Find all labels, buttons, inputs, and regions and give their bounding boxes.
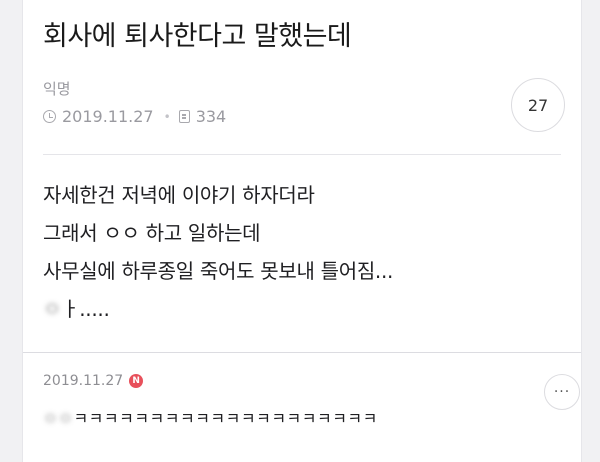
body-line: ㅇㅏ..... (43, 290, 563, 328)
post-meta: 2019.11.27 • 334 (43, 107, 226, 126)
blurred-text: ㅇ (43, 297, 62, 321)
post-body: 자세한건 저녁에 이야기 하자더라 그래서 ㅇㅇ 하고 일하는데 사무실에 하루… (43, 176, 563, 328)
post-author: 익명 (43, 80, 71, 98)
comment-meta: 2019.11.27 N (43, 373, 144, 389)
new-badge-icon: N (129, 374, 144, 388)
more-options-button[interactable]: ··· (544, 374, 580, 410)
blurred-text: ㅇㅇ (43, 409, 74, 428)
body-line-text: ㅏ..... (61, 297, 110, 321)
comment-text-content: ㅋㅋㅋㅋㅋㅋㅋㅋㅋㅋㅋㅋㅋㅋㅋㅋㅋㅋㅋㅋ (73, 409, 378, 428)
body-line: 자세한건 저녁에 이야기 하자더라 (43, 183, 315, 207)
meta-separator: • (163, 109, 171, 124)
post-date: 2019.11.27 (62, 107, 154, 126)
comment-count-button[interactable]: 27 (511, 78, 565, 132)
comment-text: ㅇㅇㅋㅋㅋㅋㅋㅋㅋㅋㅋㅋㅋㅋㅋㅋㅋㅋㅋㅋㅋㅋ (43, 405, 378, 429)
document-icon (178, 110, 190, 123)
comments-divider (23, 352, 581, 353)
clock-icon (43, 110, 56, 123)
post-card: 회사에 퇴사한다고 말했는데 익명 2019.11.27 • 334 27 자세… (22, 0, 582, 462)
body-line: 사무실에 하루종일 죽어도 못보내 틀어짐... (43, 259, 394, 283)
post-title: 회사에 퇴사한다고 말했는데 (43, 21, 352, 52)
body-line: 그래서 ㅇㅇ 하고 일하는데 (43, 221, 261, 245)
post-views: 334 (195, 107, 227, 126)
comment-date: 2019.11.27 (43, 373, 124, 389)
divider (43, 154, 561, 155)
